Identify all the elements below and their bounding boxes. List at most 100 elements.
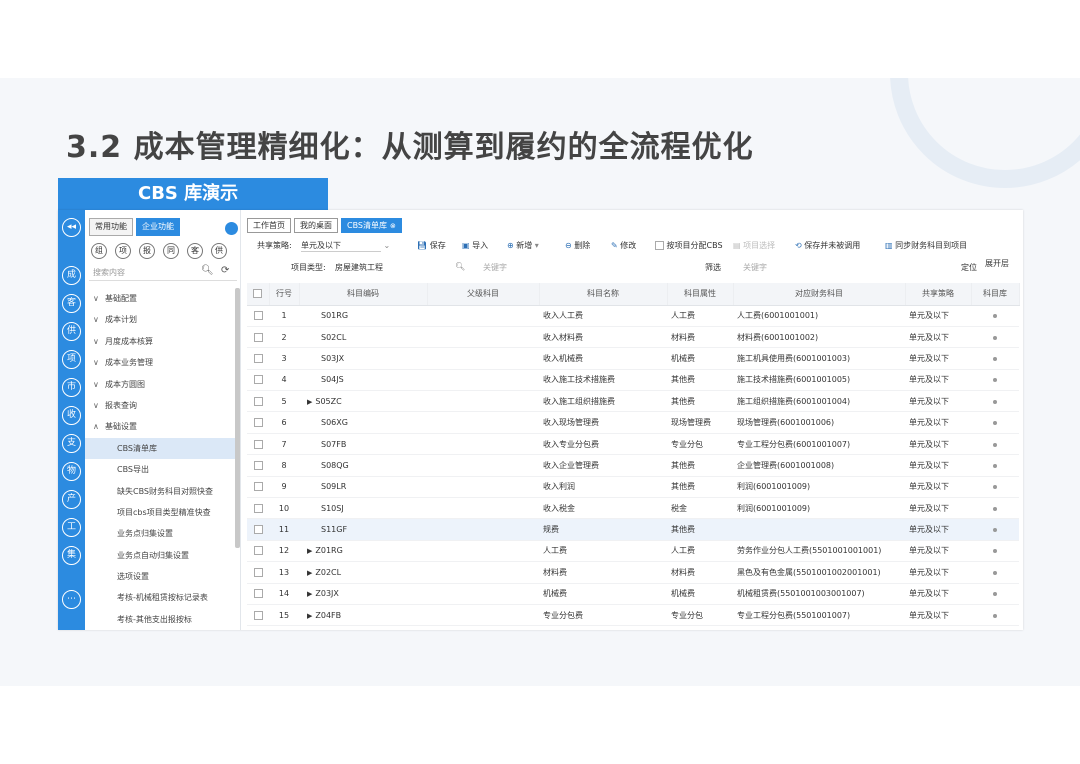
row-checkbox-cell[interactable] xyxy=(247,347,269,370)
rail-button[interactable]: 成 xyxy=(62,266,81,285)
rail-button[interactable]: 项 xyxy=(62,350,81,369)
expand-arrow-icon[interactable]: ▶ xyxy=(307,569,312,577)
row-checkbox-cell[interactable] xyxy=(247,326,269,349)
tab-common-functions[interactable]: 常用功能 xyxy=(89,218,133,236)
menu-search-input[interactable]: 搜索内容 xyxy=(93,267,125,278)
table-row[interactable]: 14 ▶ Z03JX 机械费 机械费 机械租赁费(5501001003001007) 单元及… xyxy=(247,583,1019,605)
row-checkbox[interactable] xyxy=(253,311,263,321)
table-row[interactable]: 7 S07FB 收入专业分包费 专业分包 专业工程分包费(6001001007) 单元及以… xyxy=(247,433,1019,456)
menu-item[interactable]: CBS清单库 xyxy=(85,437,235,460)
row-checkbox[interactable] xyxy=(253,546,263,556)
menu-item[interactable]: 考核-其他支出报按标 xyxy=(85,609,235,630)
row-checkbox[interactable] xyxy=(253,503,263,513)
search-icon[interactable]: 🔍︎ xyxy=(201,265,214,276)
save-unmatched-button[interactable]: ⟲ 保存并未被调用 xyxy=(795,240,860,251)
edit-button[interactable]: ✎ 修改 xyxy=(611,240,636,251)
tab-home[interactable]: 工作首页 xyxy=(247,218,291,233)
menu-item[interactable]: CBS导出 xyxy=(85,459,235,480)
menu-item[interactable]: 考核-机械租赁按标记录表 xyxy=(85,587,235,608)
row-checkbox[interactable] xyxy=(253,610,263,620)
project-type-select[interactable]: 房屋建筑工程 xyxy=(335,262,383,273)
row-checkbox[interactable] xyxy=(253,439,263,449)
tab-enterprise-functions[interactable]: 企业功能 xyxy=(136,218,180,236)
rail-button[interactable]: 收 xyxy=(62,406,81,425)
rail-button[interactable]: 集 xyxy=(62,546,81,565)
row-checkbox-cell[interactable] xyxy=(247,583,269,605)
table-row[interactable]: 5 ▶ S05ZC 收入施工组织措施费 其他费 施工组织措施费(6001001004) 单元… xyxy=(247,390,1019,413)
row-checkbox-cell[interactable] xyxy=(247,305,269,327)
menu-item[interactable]: 业务点自动归集设置 xyxy=(85,545,235,566)
row-checkbox[interactable] xyxy=(253,375,263,385)
share-strategy-select[interactable]: 单元及以下 ⌄ xyxy=(301,240,390,252)
expand-arrow-icon[interactable]: ▶ xyxy=(307,590,312,598)
menu-item[interactable]: 项目cbs项目类型精准快查 xyxy=(85,502,235,523)
row-checkbox-cell[interactable] xyxy=(247,497,269,520)
menu-scrollbar[interactable] xyxy=(235,288,240,548)
project-select-button[interactable]: ▤ 项目选择 xyxy=(733,240,775,251)
rail-button[interactable]: 支 xyxy=(62,434,81,453)
row-checkbox-cell[interactable] xyxy=(247,518,269,541)
menu-search[interactable]: 搜索内容 🔍︎ ⟳ xyxy=(89,264,237,281)
table-row[interactable]: 11 S11GF 规费 其他费 单元及以下 xyxy=(247,518,1019,541)
row-checkbox-cell[interactable] xyxy=(247,390,269,413)
menu-item[interactable]: ∨ 成本方圆图 xyxy=(85,374,235,395)
menu-item[interactable]: 选项设置 xyxy=(85,566,235,587)
table-row[interactable]: 12 ▶ Z01RG 人工费 人工费 劳务作业分包人工费(5501001001001) 单元… xyxy=(247,540,1019,563)
table-row[interactable]: 1 S01RG 收入人工费 人工费 人工费(6001001001) 单元及以下 xyxy=(247,305,1019,327)
save-button[interactable]: 💾︎ 保存 xyxy=(417,240,446,251)
rail-button[interactable]: ⋯ xyxy=(62,590,81,609)
expand-arrow-icon[interactable]: ▶ xyxy=(307,612,312,620)
keyword-input[interactable]: 关键字 xyxy=(483,262,507,273)
table-row[interactable]: 9 S09LR 收入利润 其他费 利润(6001001009) 单元及以下 xyxy=(247,476,1019,499)
table-row[interactable]: 8 S08QG 收入企业管理费 其他费 企业管理费(6001001008) 单元及以下 xyxy=(247,454,1019,477)
rail-button[interactable]: 供 xyxy=(62,322,81,341)
row-checkbox[interactable] xyxy=(253,589,263,599)
delete-button[interactable]: ⊖ 删除 xyxy=(565,240,590,251)
tab-my-desktop[interactable]: 我的桌面 xyxy=(294,218,338,233)
quick-access-button[interactable]: 供 xyxy=(211,243,227,259)
rail-button[interactable]: 市 xyxy=(62,378,81,397)
row-checkbox-cell[interactable] xyxy=(247,561,269,584)
locate-button[interactable]: 定位 xyxy=(961,262,977,273)
row-checkbox[interactable] xyxy=(253,482,263,492)
rail-button[interactable]: 工 xyxy=(62,518,81,537)
table-row[interactable]: 13 ▶ Z02CL 材料费 材料费 黑色及有色金属(5501001002001001) 单… xyxy=(247,561,1019,584)
quick-access-button[interactable]: 客 xyxy=(187,243,203,259)
expand-arrow-icon[interactable]: ▶ xyxy=(307,547,312,555)
table-row[interactable]: 15 ▶ Z04FB 专业分包费 专业分包 专业工程分包费(5501001007) 单元及以… xyxy=(247,604,1019,627)
sync-finance-button[interactable]: ▥ 同步财务科目到项目 xyxy=(885,240,967,251)
select-all-checkbox[interactable] xyxy=(247,283,270,306)
table-row[interactable]: 10 S10SJ 收入税金 税金 利润(6001001009) 单元及以下 xyxy=(247,497,1019,520)
rail-button[interactable]: 物 xyxy=(62,462,81,481)
add-button[interactable]: ⊕ 新增 ▾ xyxy=(507,240,539,251)
expand-arrow-icon[interactable]: ▶ xyxy=(307,398,312,406)
table-row[interactable]: 2 S02CL 收入材料费 材料费 材料费(6001001002) 单元及以下 xyxy=(247,326,1019,349)
menu-item[interactable]: ∨ 报表查询 xyxy=(85,395,235,416)
rail-button[interactable]: 产 xyxy=(62,490,81,509)
table-row[interactable]: 6 S06XG 收入现场管理费 现场管理费 现场管理费(6001001006) 单元及以下 xyxy=(247,411,1019,434)
import-button[interactable]: ▣ 导入 xyxy=(462,240,488,251)
rail-button[interactable]: ◂◂ xyxy=(62,218,81,237)
row-checkbox-cell[interactable] xyxy=(247,540,269,563)
tab-cbs-library[interactable]: CBS清单库 ⊗ xyxy=(341,218,402,233)
quick-access-button[interactable]: 同 xyxy=(163,243,179,259)
rail-button[interactable]: 客 xyxy=(62,294,81,313)
row-checkbox[interactable] xyxy=(253,353,263,363)
row-checkbox[interactable] xyxy=(253,418,263,428)
checkbox[interactable] xyxy=(253,289,263,299)
clock-icon[interactable] xyxy=(225,222,238,235)
table-row[interactable]: 4 S04JS 收入施工技术措施费 其他费 施工技术措施费(6001001005) 单元及… xyxy=(247,369,1019,392)
menu-item[interactable]: 业务点归集设置 xyxy=(85,523,235,544)
search-icon[interactable]: 🔍︎ xyxy=(455,262,465,271)
close-icon[interactable]: ⊗ xyxy=(390,222,396,230)
table-row[interactable]: 3 S03JX 收入机械费 机械费 施工机具使用费(6001001003) 单元及以下 xyxy=(247,347,1019,370)
row-checkbox[interactable] xyxy=(253,332,263,342)
row-checkbox[interactable] xyxy=(253,460,263,470)
row-checkbox[interactable] xyxy=(253,567,263,577)
menu-item[interactable]: ∨ 成本业务管理 xyxy=(85,352,235,373)
row-checkbox-cell[interactable] xyxy=(247,476,269,499)
assign-cbs-checkbox[interactable]: 按项目分配CBS xyxy=(655,240,723,251)
quick-access-button[interactable]: 报 xyxy=(139,243,155,259)
row-checkbox-cell[interactable] xyxy=(247,411,269,434)
row-checkbox[interactable] xyxy=(253,525,263,535)
